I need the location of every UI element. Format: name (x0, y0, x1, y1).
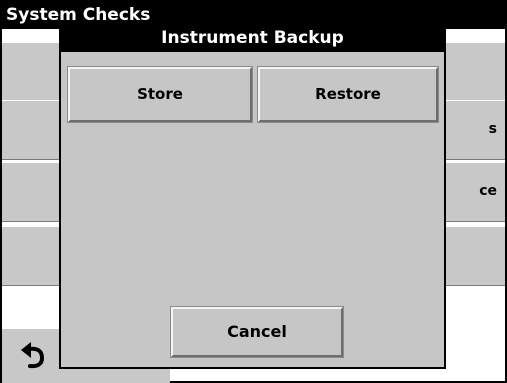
dialog-title: Instrument Backup (61, 24, 444, 52)
store-button[interactable]: Store (67, 66, 253, 123)
cancel-button[interactable]: Cancel (170, 306, 344, 358)
row-label-right: s (488, 121, 497, 137)
row-label-right: ce (479, 183, 497, 199)
instrument-backup-dialog: Instrument Backup Store Restore Cancel (59, 22, 446, 369)
restore-button[interactable]: Restore (257, 66, 439, 123)
back-arrow-icon (21, 342, 45, 369)
